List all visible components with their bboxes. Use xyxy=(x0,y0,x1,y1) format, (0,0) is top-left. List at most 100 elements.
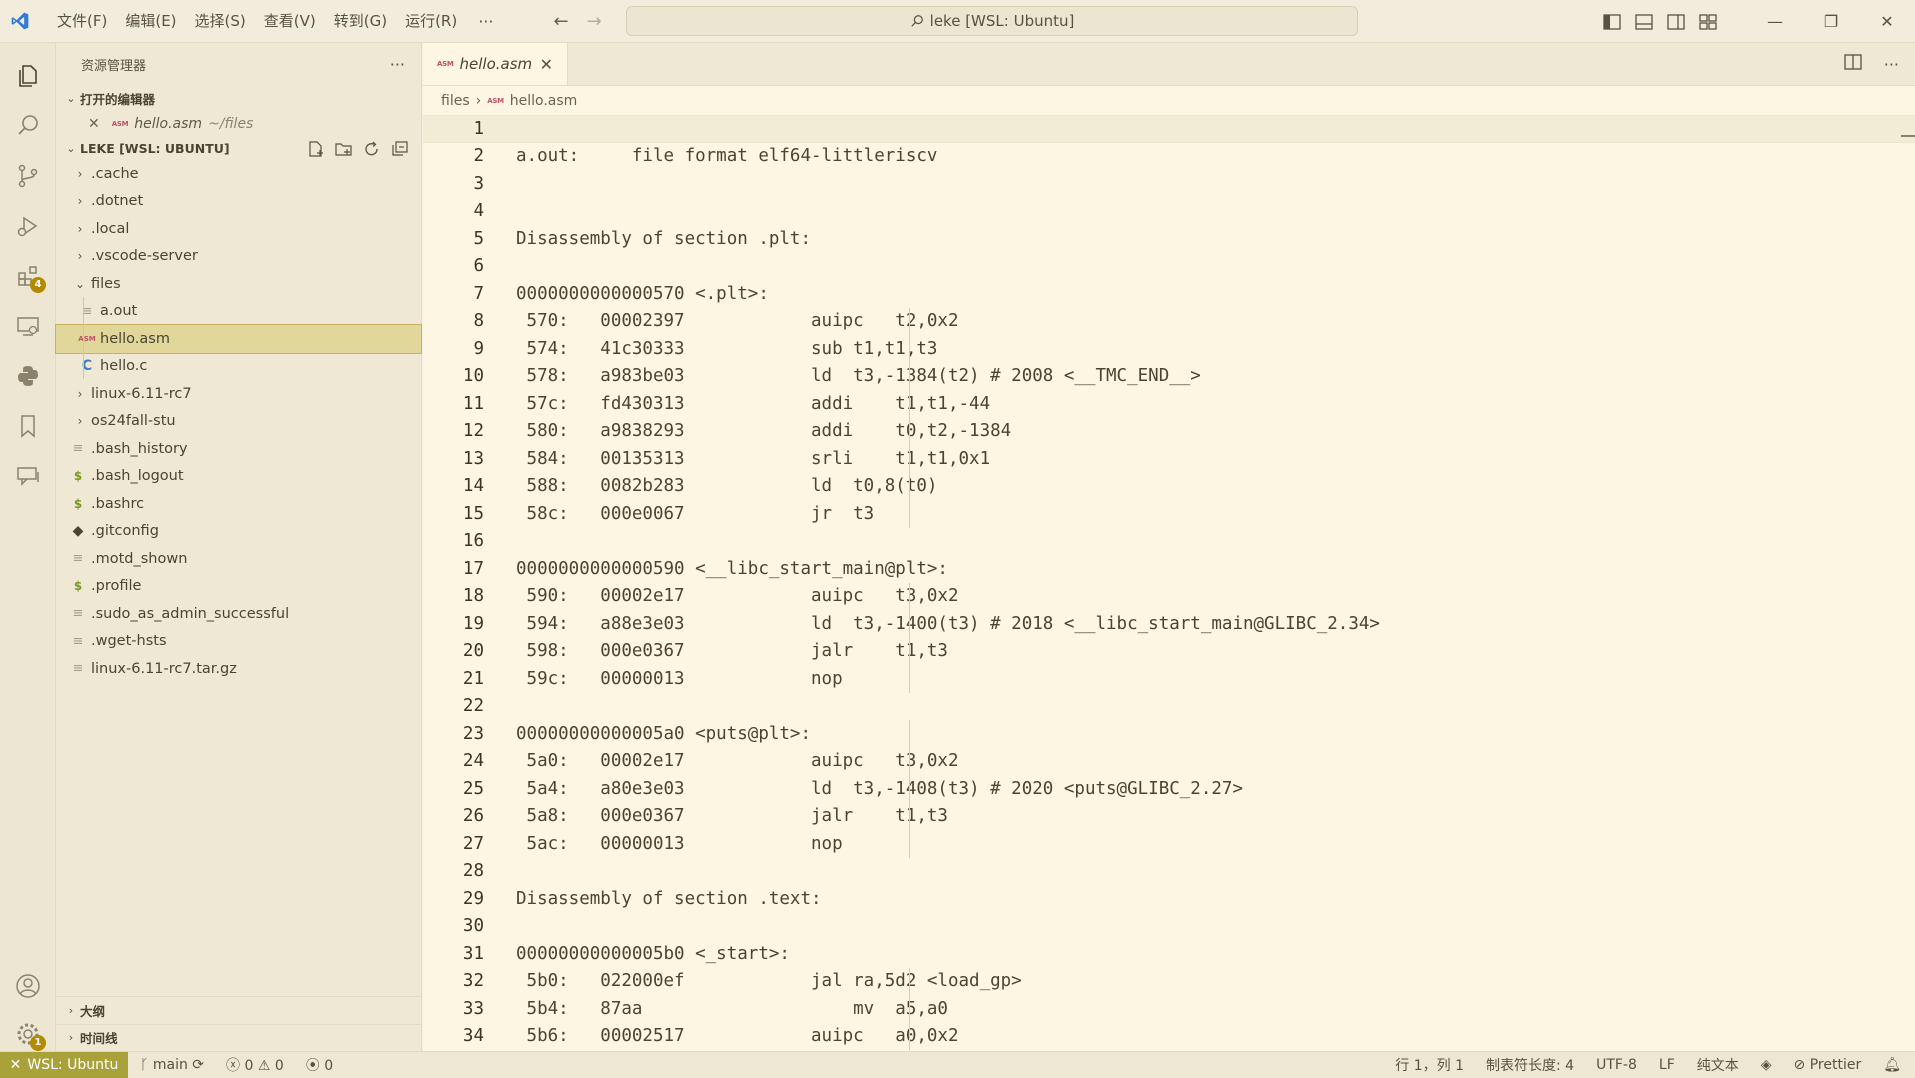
branch-item[interactable]: ᚴ main ⟳ xyxy=(140,1057,204,1073)
file-item[interactable]: ≡ .motd_shown xyxy=(56,545,421,573)
code-line[interactable]: 31 00000000000005b0 <_start>: xyxy=(423,940,1915,968)
breadcrumb-folder[interactable]: files xyxy=(441,93,470,109)
menu-item[interactable]: 查看(V) xyxy=(255,0,325,43)
collapse-all-icon[interactable] xyxy=(391,140,409,157)
code-line[interactable]: 7 0000000000000570 <.plt>: xyxy=(423,280,1915,308)
code-line[interactable]: 11 57c: fd430313 addi t1,t1,-44 xyxy=(423,390,1915,418)
code-line[interactable]: 20 598: 000e0367 jalr t1,t3 xyxy=(423,638,1915,666)
copilot-icon[interactable]: ◈ xyxy=(1761,1057,1772,1073)
explorer-icon[interactable] xyxy=(0,51,56,101)
menu-item[interactable]: 文件(F) xyxy=(48,0,116,43)
code-line[interactable]: 6 xyxy=(423,253,1915,281)
bookmark-icon[interactable] xyxy=(0,401,56,451)
file-item[interactable]: ≡ linux-6.11-rc7.tar.gz xyxy=(56,655,421,683)
file-item[interactable]: ASM hello.asm xyxy=(55,324,422,354)
folder-item[interactable]: › .local xyxy=(56,215,421,243)
python-icon[interactable] xyxy=(0,351,56,401)
folder-item[interactable]: › .dotnet xyxy=(56,188,421,216)
code-line[interactable]: 25 5a4: a80e3e03 ld t3,-1408(t3) # 2020 … xyxy=(423,775,1915,803)
file-item[interactable]: ≡ .bash_history xyxy=(56,435,421,463)
file-item[interactable]: $ .bash_logout xyxy=(56,463,421,491)
code-line[interactable]: 5 Disassembly of section .plt: xyxy=(423,225,1915,253)
editor-more-actions-icon[interactable]: ··· xyxy=(1884,55,1899,74)
code-line[interactable]: 2 a.out: file format elf64-littleriscv xyxy=(423,143,1915,171)
code-line[interactable]: 14 588: 0082b283 ld t0,8(t0) xyxy=(423,473,1915,501)
open-editor-item[interactable]: ✕ ASM hello.asm ~/files xyxy=(56,110,421,137)
prettier-item[interactable]: ⊘ Prettier xyxy=(1794,1057,1862,1073)
code-line[interactable]: 33 5b4: 87aa mv a5,a0 xyxy=(423,995,1915,1023)
folder-item[interactable]: › linux-6.11-rc7 xyxy=(56,380,421,408)
menu-item[interactable]: 编辑(E) xyxy=(116,0,185,43)
menu-item[interactable]: 选择(S) xyxy=(186,0,255,43)
file-item[interactable]: Chello.c xyxy=(56,353,421,381)
extensions-icon[interactable]: 4 xyxy=(0,251,56,301)
code-line[interactable]: 1 xyxy=(423,115,1915,143)
back-arrow-icon[interactable]: ← xyxy=(553,11,568,32)
search-icon[interactable] xyxy=(0,101,56,151)
cursor-position[interactable]: 行 1，列 1 xyxy=(1395,1055,1464,1075)
chat-icon[interactable] xyxy=(0,451,56,501)
code-line[interactable]: 17 0000000000000590 <__libc_start_main@pl… xyxy=(423,555,1915,583)
file-item[interactable]: ≡ a.out xyxy=(56,298,421,326)
run-debug-icon[interactable] xyxy=(0,201,56,251)
menu-more-icon[interactable]: ··· xyxy=(466,12,505,31)
code-line[interactable]: 28 xyxy=(423,858,1915,886)
tab-size[interactable]: 制表符长度: 4 xyxy=(1486,1055,1574,1075)
restore-button[interactable]: ❐ xyxy=(1803,0,1859,43)
menu-item[interactable]: 运行(R) xyxy=(396,0,466,43)
command-center-search[interactable]: leke [WSL: Ubuntu] xyxy=(626,6,1358,36)
tab-hello-asm[interactable]: ASM hello.asm ✕ xyxy=(423,43,568,85)
source-control-icon[interactable] xyxy=(0,151,56,201)
refresh-icon[interactable] xyxy=(363,141,381,157)
code-line[interactable]: 34 5b6: 00002517 auipc a0,0x2 xyxy=(423,1023,1915,1051)
workspace-section[interactable]: ⌄ LEKE [WSL: UBUNTU] xyxy=(56,137,421,160)
code-line[interactable]: 8 570: 00002397 auipc t2,0x2 xyxy=(423,308,1915,336)
code-line[interactable]: 19 594: a88e3e03 ld t3,-1400(t3) # 2018 … xyxy=(423,610,1915,638)
code-line[interactable]: 12 580: a9838293 addi t0,t2,-1384 xyxy=(423,418,1915,446)
code-line[interactable]: 22 xyxy=(423,693,1915,721)
folder-item[interactable]: › .cache xyxy=(56,160,421,188)
code-line[interactable]: 26 5a8: 000e0367 jalr t1,t3 xyxy=(423,803,1915,831)
code-line[interactable]: 15 58c: 000e0067 jr t3 xyxy=(423,500,1915,528)
outline-section[interactable]: › 大纲 xyxy=(56,996,422,1024)
code-line[interactable]: 23 00000000000005a0 <puts@plt>: xyxy=(423,720,1915,748)
code-line[interactable]: 13 584: 00135313 srli t1,t1,0x1 xyxy=(423,445,1915,473)
account-icon[interactable] xyxy=(0,961,56,1011)
toggle-panel-icon[interactable] xyxy=(1635,13,1653,30)
code-line[interactable]: 29 Disassembly of section .text: xyxy=(423,885,1915,913)
remote-explorer-icon[interactable] xyxy=(0,301,56,351)
file-item[interactable]: ≡ .wget-hsts xyxy=(56,628,421,656)
eol[interactable]: LF xyxy=(1659,1057,1675,1073)
file-item[interactable]: ◆ .gitconfig xyxy=(56,518,421,546)
folder-item[interactable]: ⌄ files xyxy=(56,270,421,298)
close-tab-icon[interactable]: ✕ xyxy=(540,55,553,74)
notifications-bell-icon[interactable]: 🔔︎ xyxy=(1883,1057,1901,1073)
code-line[interactable]: 3 xyxy=(423,170,1915,198)
explorer-more-actions-icon[interactable]: ··· xyxy=(390,55,405,74)
code-line[interactable]: 9 574: 41c30333 sub t1,t1,t3 xyxy=(423,335,1915,363)
customize-layout-icon[interactable] xyxy=(1699,13,1717,30)
code-line[interactable]: 24 5a0: 00002e17 auipc t3,0x2 xyxy=(423,748,1915,776)
close-editor-icon[interactable]: ✕ xyxy=(88,116,100,132)
close-window-button[interactable]: ✕ xyxy=(1859,0,1915,43)
toggle-primary-sidebar-icon[interactable] xyxy=(1603,13,1621,30)
toggle-secondary-sidebar-icon[interactable] xyxy=(1667,13,1685,30)
file-item[interactable]: $ .profile xyxy=(56,573,421,601)
encoding[interactable]: UTF-8 xyxy=(1596,1057,1637,1073)
minimize-button[interactable]: — xyxy=(1747,0,1803,43)
code-line[interactable]: 10 578: a983be03 ld t3,-1384(t2) # 2008 … xyxy=(423,363,1915,391)
code-line[interactable]: 21 59c: 00000013 nop xyxy=(423,665,1915,693)
code-line[interactable]: 18 590: 00002e17 auipc t3,0x2 xyxy=(423,583,1915,611)
code-line[interactable]: 32 5b0: 022000ef jal ra,5d2 <load_gp> xyxy=(423,968,1915,996)
remote-indicator[interactable]: ✕ WSL: Ubuntu xyxy=(0,1051,128,1078)
language-mode[interactable]: 纯文本 xyxy=(1697,1055,1739,1075)
code-line[interactable]: 27 5ac: 00000013 nop xyxy=(423,830,1915,858)
file-item[interactable]: $ .bashrc xyxy=(56,490,421,518)
code-line[interactable]: 16 xyxy=(423,528,1915,556)
new-file-icon[interactable] xyxy=(307,140,325,157)
code-editor[interactable]: 1 2 a.out: file format elf64-littleriscv 3 4… xyxy=(423,115,1915,1050)
folder-item[interactable]: › os24fall-stu xyxy=(56,408,421,436)
code-line[interactable]: 4 xyxy=(423,198,1915,226)
code-line[interactable]: 30 xyxy=(423,913,1915,941)
breadcrumb-file[interactable]: hello.asm xyxy=(510,93,578,109)
